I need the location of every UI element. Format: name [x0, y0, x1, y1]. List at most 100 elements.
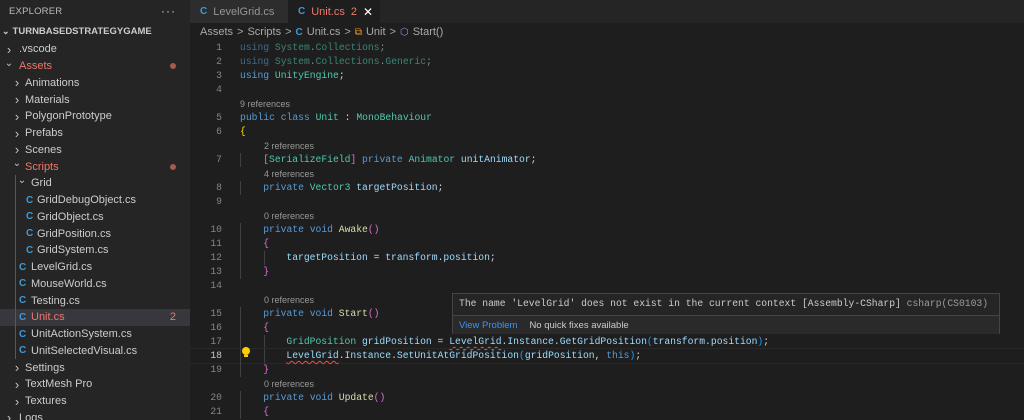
line-number: 6	[216, 126, 222, 137]
tab-levelgrid[interactable]: C LevelGrid.cs	[190, 0, 288, 23]
code-token: using	[240, 42, 275, 53]
code-token: ;	[489, 252, 496, 263]
chevron-right-icon: ›	[14, 108, 20, 124]
chevron-right-icon: ›	[14, 376, 20, 392]
folder-item[interactable]: › Scenes	[0, 142, 190, 159]
references-count[interactable]: 2 references	[264, 139, 314, 153]
file-item[interactable]: C GridObject.cs	[0, 209, 190, 226]
breadcrumb-class[interactable]: Unit	[366, 26, 386, 38]
codelens-references[interactable]: 4 references	[190, 167, 1024, 181]
code-line: 2 using System.Collections.Generic;	[190, 55, 1024, 69]
file-item[interactable]: C GridSystem.cs	[0, 242, 190, 259]
indent-guide	[240, 363, 241, 377]
file-item[interactable]: C Testing.cs	[0, 292, 190, 309]
code-token: ;	[635, 350, 642, 361]
item-label: LevelGrid.cs	[31, 261, 93, 274]
references-count[interactable]: 0 references	[264, 209, 314, 223]
file-item[interactable]: C Unit.cs 2	[0, 309, 190, 326]
folder-item[interactable]: ⌄ Assets	[0, 58, 190, 75]
code-token: private	[263, 308, 310, 319]
folder-item[interactable]: › Textures	[0, 393, 190, 410]
references-count[interactable]: 9 references	[240, 97, 290, 111]
code-line: 10 private void Awake()	[190, 223, 1024, 237]
codelens-references[interactable]: 2 references	[190, 139, 1024, 153]
breadcrumb-assets[interactable]: Assets	[200, 26, 233, 38]
item-label: Assets	[19, 60, 53, 73]
item-label: GridDebugObject.cs	[37, 194, 137, 207]
file-item[interactable]: C UnitSelectedVisual.cs	[0, 343, 190, 360]
indent-guide	[264, 349, 265, 363]
code-editor[interactable]: 1 using System.Collections; 2 using System.…	[189, 41, 1024, 419]
more-actions-icon[interactable]: ···	[161, 4, 176, 18]
breadcrumb-file[interactable]: Unit.cs	[307, 26, 341, 38]
code-line: 4	[190, 83, 1024, 97]
code-line: 18 LevelGrid.Instance.SetUnitAtGridPositi…	[189, 348, 1024, 364]
tab-unit[interactable]: C Unit.cs 2 ✕	[288, 0, 380, 23]
tab-label: Unit.cs	[311, 5, 345, 18]
references-count[interactable]: 0 references	[264, 293, 314, 307]
line-code: GridPosition gridPosition = LevelGrid.In…	[286, 335, 769, 349]
code-token: targetPosition	[356, 182, 438, 193]
view-problem-link[interactable]: View Problem	[459, 320, 517, 331]
project-root[interactable]: ⌄ TURNBASEDSTRATEGYGAME	[0, 22, 190, 40]
codelens-references[interactable]: 9 references	[190, 97, 1024, 111]
indent-guide	[240, 265, 241, 279]
references-count[interactable]: 4 references	[264, 167, 314, 181]
folder-item[interactable]: ⌄ Scripts	[0, 158, 190, 175]
class-symbol-icon: ⧉	[354, 26, 362, 38]
code-token: Unit	[315, 112, 339, 123]
folder-item[interactable]: › Prefabs	[0, 125, 190, 142]
code-token: ;	[338, 70, 345, 81]
line-code: [SerializeField] private Animator unitAn…	[263, 153, 536, 167]
csharp-file-icon: C	[19, 345, 27, 357]
lightbulb-icon[interactable]	[242, 347, 250, 357]
explorer-title: EXPLORER	[9, 5, 63, 17]
line-code: targetPosition = transform.position;	[286, 251, 495, 265]
file-item[interactable]: C MouseWorld.cs	[0, 276, 190, 293]
code-token: GridPosition	[286, 336, 362, 347]
code-token: ;	[426, 56, 432, 67]
codelens-references[interactable]: 0 references	[190, 209, 1024, 223]
folder-item[interactable]: › Animations	[0, 75, 190, 92]
folder-item[interactable]: › TextMesh Pro	[0, 376, 190, 393]
line-number: 14	[210, 280, 222, 291]
code-token: {	[263, 238, 270, 249]
breadcrumb-method[interactable]: Start()	[413, 26, 444, 38]
folder-item[interactable]: › .vscode	[0, 41, 190, 58]
chevron-right-icon: ›	[6, 41, 12, 57]
code-token: void	[309, 224, 339, 235]
file-item[interactable]: C UnitActionSystem.cs	[0, 326, 190, 343]
indent-guide	[264, 335, 265, 349]
folder-item[interactable]: › Settings	[0, 359, 190, 376]
references-count[interactable]: 0 references	[264, 377, 314, 391]
breadcrumb-scripts[interactable]: Scripts	[247, 26, 281, 38]
folder-item[interactable]: ⌄ Grid	[0, 175, 190, 192]
file-item[interactable]: C GridPosition.cs	[0, 225, 190, 242]
item-label: UnitActionSystem.cs	[31, 328, 132, 341]
folder-item[interactable]: › PolygonPrototype	[0, 108, 190, 125]
code-token: private	[263, 392, 310, 403]
csharp-file-icon: C	[26, 211, 34, 223]
item-label: Unit.cs	[31, 311, 65, 324]
close-tab-icon[interactable]: ✕	[363, 5, 373, 19]
file-item[interactable]: C GridDebugObject.cs	[0, 192, 190, 209]
chevron-right-icon: ›	[14, 393, 20, 409]
line-code: }	[263, 265, 269, 279]
line-number: 4	[216, 84, 222, 95]
indent-guide	[240, 391, 241, 405]
folder-item[interactable]: › Materials	[0, 91, 190, 108]
line-code: private void Awake()	[263, 223, 379, 237]
line-number: 20	[210, 392, 222, 403]
line-code: {	[263, 405, 269, 419]
file-item[interactable]: C LevelGrid.cs	[0, 259, 190, 276]
csharp-file-icon: C	[26, 194, 34, 206]
chevron-right-icon: >	[344, 26, 351, 38]
codelens-references[interactable]: 0 references	[190, 377, 1024, 391]
code-token: ;	[379, 42, 386, 53]
csharp-file-icon: C	[200, 6, 208, 17]
modified-dot-icon	[170, 163, 176, 170]
problem-count: 2	[350, 5, 357, 18]
modified-dot-icon	[170, 63, 176, 70]
folder-item[interactable]: › Logs	[0, 410, 190, 420]
code-line: 14	[190, 279, 1024, 293]
